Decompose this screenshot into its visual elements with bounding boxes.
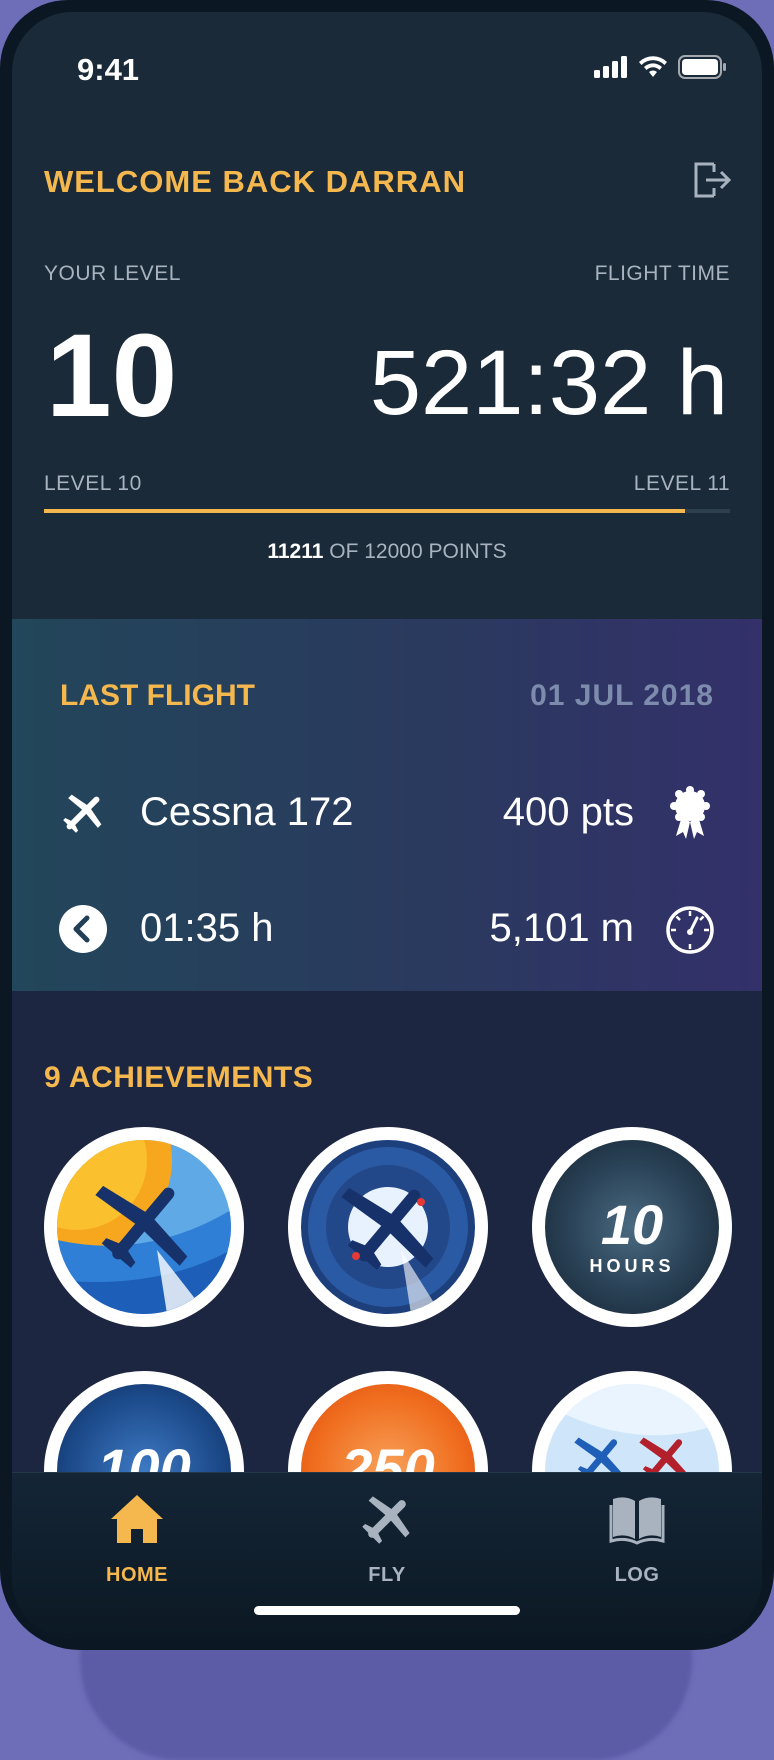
achievement-badge-ten-hours[interactable]: 10 HOURS — [532, 1127, 732, 1327]
achievements-title: 9 ACHIEVEMENTS — [44, 1061, 314, 1094]
aircraft-row: Cessna 172 400 pts — [12, 782, 762, 842]
book-icon — [609, 1497, 665, 1545]
achievement-badge-day-flight[interactable] — [44, 1127, 244, 1327]
flight-altitude: 5,101 m — [489, 906, 634, 950]
badge-number: 10 — [600, 1193, 664, 1256]
status-bar: 9:41 — [12, 12, 762, 102]
duration-row: 01:35 h 5,101 m — [12, 898, 762, 958]
level-progress-bar — [44, 509, 730, 513]
flight-time-label: FLIGHT TIME — [594, 262, 730, 285]
home-indicator[interactable] — [254, 1606, 520, 1615]
flight-time-value: 521:32 h — [369, 332, 728, 434]
level-label: YOUR LEVEL — [44, 262, 181, 285]
points-current: 11211 — [267, 540, 324, 563]
wifi-icon — [639, 56, 667, 77]
airplane-icon — [362, 1496, 410, 1544]
flight-duration: 01:35 h — [140, 906, 274, 950]
next-level-label: LEVEL 11 — [633, 472, 730, 495]
current-level-label: LEVEL 10 — [44, 472, 142, 495]
airplane-sun-badge-icon — [57, 1140, 231, 1314]
home-icon — [111, 1495, 163, 1543]
clock-back-icon — [59, 905, 107, 953]
aircraft-name: Cessna 172 — [140, 790, 354, 834]
status-time: 9:41 — [77, 52, 140, 87]
welcome-title: WELCOME BACK DARRAN — [44, 164, 466, 199]
points-total: OF 12000 POINTS — [323, 540, 507, 563]
cellular-signal-icon — [594, 56, 627, 78]
award-ribbon-icon — [670, 786, 710, 839]
tab-fly-label: FLY — [368, 1564, 406, 1586]
battery-icon — [678, 55, 726, 79]
tab-log-label: LOG — [614, 1564, 660, 1586]
achievement-badge-night-flight[interactable] — [288, 1127, 488, 1327]
last-flight-card[interactable]: LAST FLIGHT 01 JUL 2018 Cessna 172 400 p… — [12, 619, 762, 991]
level-value: 10 — [46, 310, 178, 442]
tab-home[interactable]: HOME — [57, 1491, 217, 1611]
airplane-moon-badge-icon — [308, 1147, 468, 1314]
tab-home-label: HOME — [106, 1564, 168, 1586]
last-flight-title: LAST FLIGHT — [60, 679, 255, 712]
last-flight-date: 01 JUL 2018 — [530, 679, 714, 712]
tab-log[interactable]: LOG — [557, 1491, 717, 1611]
status-icons — [594, 54, 726, 80]
logout-icon[interactable] — [692, 160, 732, 200]
airplane-icon — [63, 794, 102, 833]
achievements-section: 9 ACHIEVEMENTS 10 HOURS 100 250 — [12, 991, 762, 1571]
tab-fly[interactable]: FLY — [307, 1491, 467, 1611]
badge-caption: HOURS — [589, 1256, 675, 1276]
points-summary: 11211 OF 12000 POINTS — [12, 540, 762, 564]
app-screen: 9:41 WELCOME BACK DARRAN YOUR LEVEL FLIG… — [12, 12, 762, 1638]
phone-frame: 9:41 WELCOME BACK DARRAN YOUR LEVEL FLIG… — [0, 0, 774, 1650]
altimeter-gauge-icon — [666, 906, 714, 954]
flight-points: 400 pts — [502, 790, 634, 834]
level-progress-fill — [44, 509, 685, 513]
